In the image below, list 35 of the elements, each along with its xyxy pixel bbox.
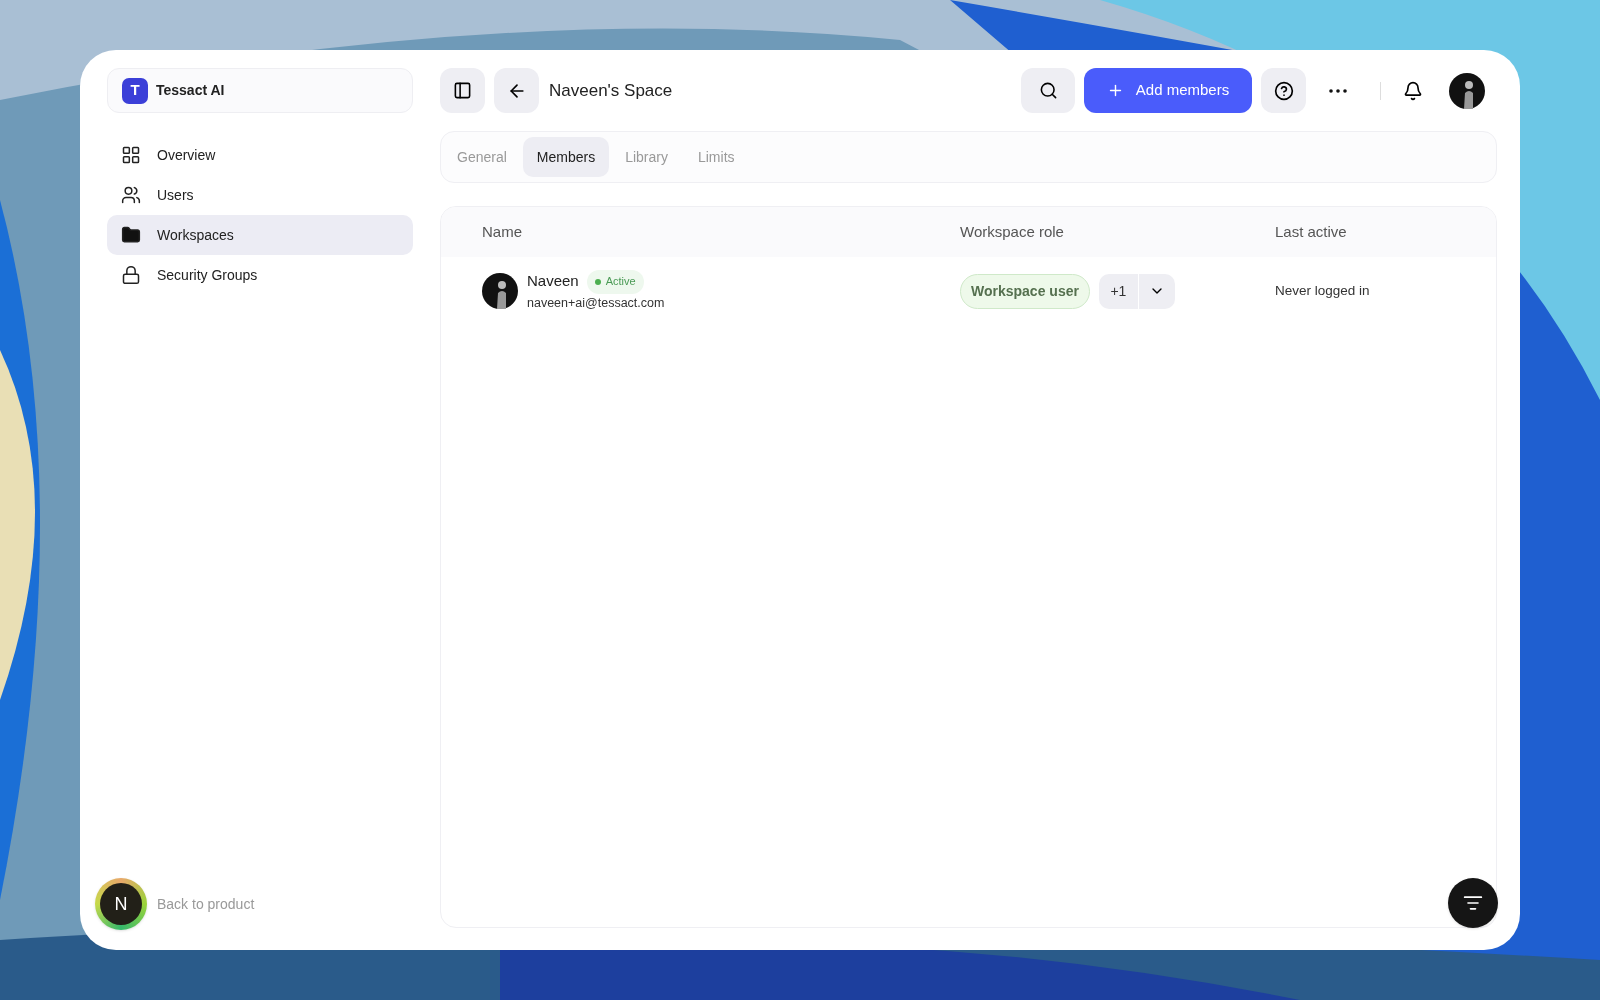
sidebar-item[interactable]: Users (107, 175, 413, 215)
column-header: Name (482, 221, 523, 242)
sidebar-toggle-button[interactable] (440, 68, 485, 113)
sidebar-icon (453, 81, 472, 100)
sidebar-item[interactable]: Workspaces (107, 215, 413, 255)
folder-icon (121, 225, 141, 245)
help-icon (1273, 80, 1294, 101)
bell-icon (1403, 80, 1423, 101)
sidebar-item[interactable]: Overview (107, 135, 413, 175)
search-button[interactable] (1021, 68, 1075, 113)
back-button[interactable] (494, 68, 539, 113)
list-sparkle-icon (1463, 893, 1483, 913)
page-title: Naveen's Space (549, 79, 673, 102)
help-button[interactable] (1261, 68, 1306, 113)
member-email: naveen+ai@tessact.com (527, 294, 665, 312)
grid-icon (121, 145, 141, 165)
more-icon (1328, 88, 1347, 93)
search-icon (1038, 81, 1058, 100)
workspace-logo: T (122, 77, 148, 104)
column-header: Last active (1275, 221, 1347, 242)
workspace-switcher[interactable]: T Tessact AI (107, 68, 413, 113)
users-icon (121, 185, 141, 205)
avatar-icon (1449, 72, 1485, 109)
extra-roles-count: +1 (1098, 273, 1139, 309)
add-members-button[interactable]: Add members (1084, 68, 1252, 113)
member-name: Naveen (527, 271, 579, 292)
status-badge: Active (586, 269, 644, 294)
sidebar-item[interactable]: Security Groups (107, 255, 413, 295)
tab[interactable]: Members (522, 137, 610, 177)
last-active: Never logged in (1275, 281, 1370, 300)
role-badge: Workspace user (960, 273, 1090, 309)
workspace-name: Tessact AI (156, 81, 225, 100)
column-header: Workspace role (960, 221, 1065, 242)
avatar-icon (482, 273, 518, 309)
lock-icon (121, 265, 141, 285)
